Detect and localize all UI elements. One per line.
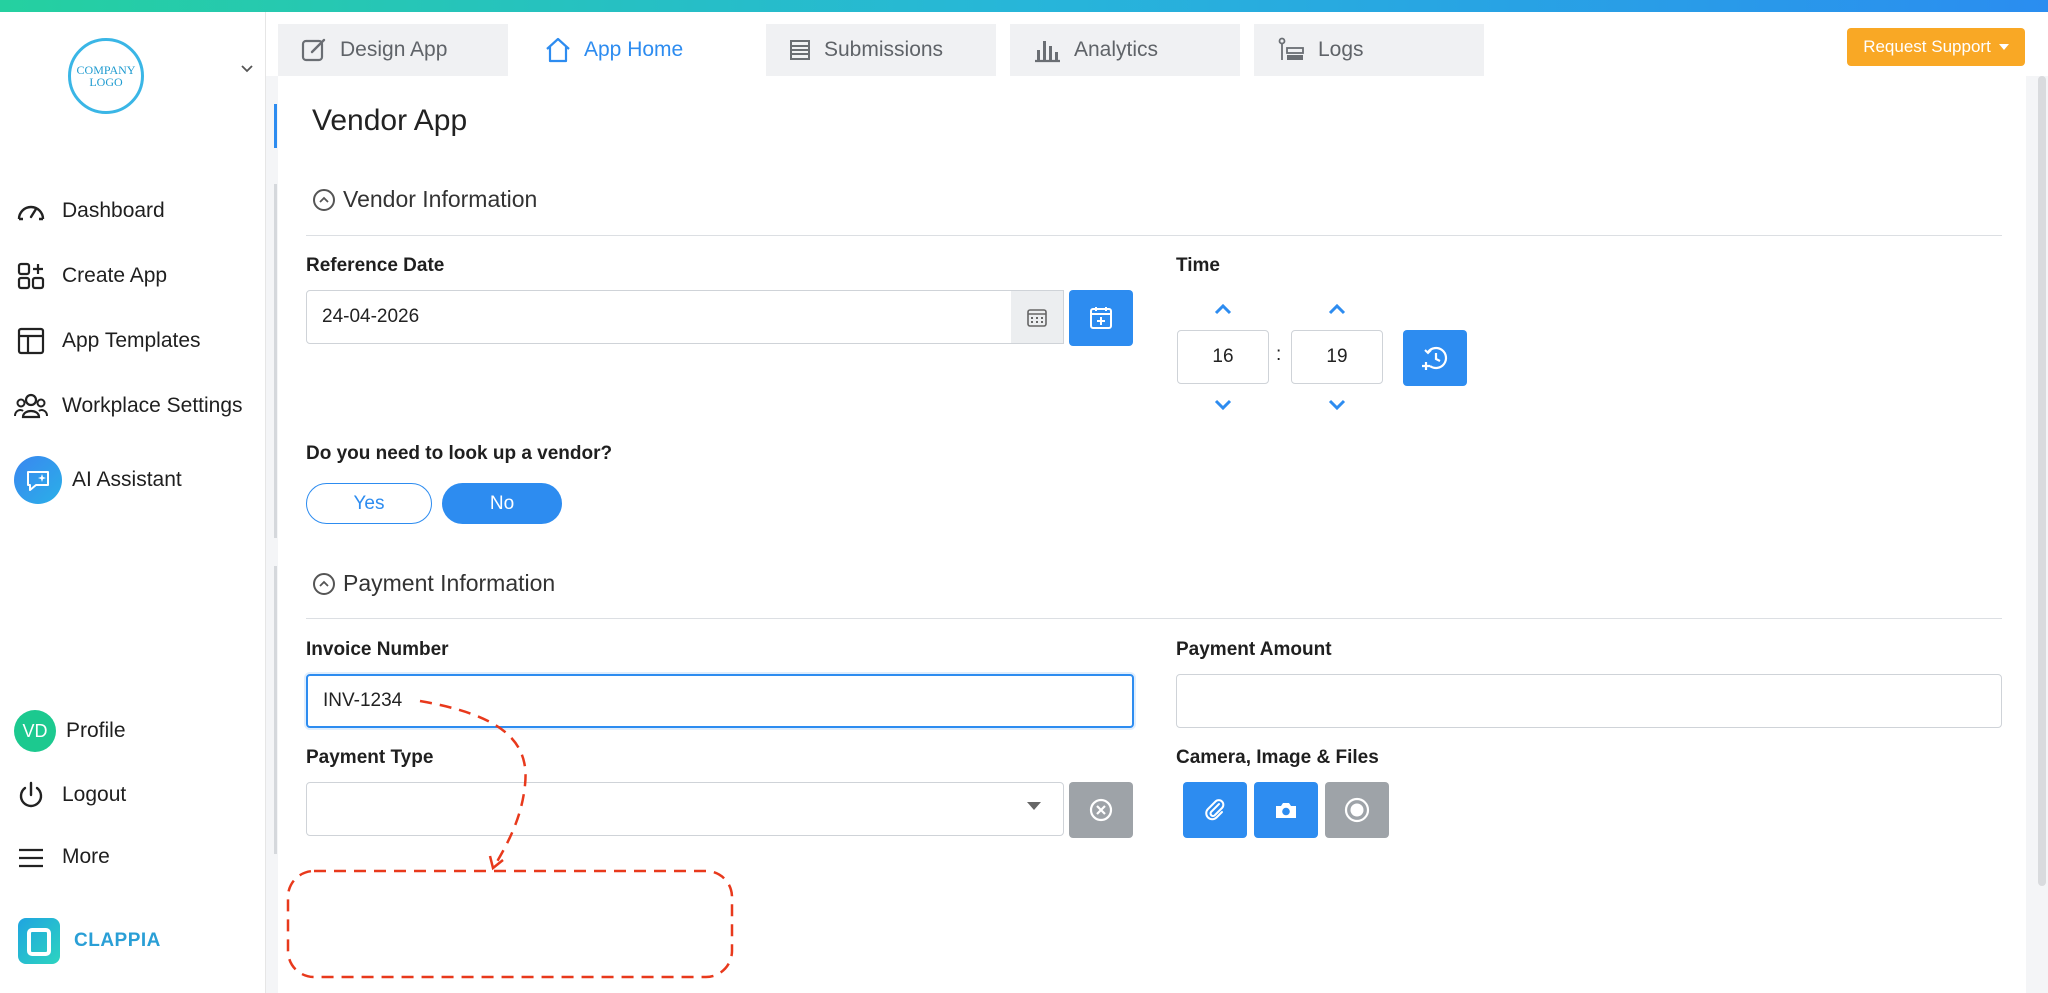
- attach-file-button[interactable]: [1183, 782, 1247, 838]
- sidebar-item-label: Logout: [62, 783, 127, 806]
- tab-analytics[interactable]: Analytics: [1010, 24, 1240, 76]
- tab-submissions[interactable]: Submissions: [766, 24, 996, 76]
- section-vendor-information[interactable]: Vendor Information: [313, 186, 537, 213]
- sidebar-item-label: App Templates: [62, 329, 201, 352]
- lookup-no-button[interactable]: No: [442, 483, 562, 524]
- logs-icon: [1278, 37, 1304, 60]
- templates-icon: [14, 324, 48, 358]
- create-app-icon: [14, 259, 48, 293]
- avatar: VD: [14, 710, 56, 752]
- tab-label: Design App: [340, 38, 448, 61]
- divider: [306, 618, 2002, 619]
- section-rail: [274, 566, 277, 854]
- sidebar-item-ai-assistant[interactable]: AI Assistant: [14, 456, 182, 504]
- chevron-up-icon[interactable]: [313, 188, 335, 211]
- sidebar-item-workplace-settings[interactable]: Workplace Settings: [14, 389, 243, 423]
- tab-label: Analytics: [1074, 38, 1159, 61]
- calendar-plus-icon: [1090, 307, 1112, 329]
- scrollbar[interactable]: [2038, 76, 2046, 886]
- record-button[interactable]: [1325, 782, 1389, 838]
- reference-date-label: Reference Date: [306, 255, 445, 276]
- edit-icon: [301, 38, 326, 62]
- home-icon: [546, 37, 570, 63]
- bar-chart-icon: [1035, 41, 1060, 63]
- sidebar-item-app-templates[interactable]: App Templates: [14, 324, 201, 358]
- people-icon: [14, 389, 48, 423]
- top-gradient-bar: [0, 0, 2048, 12]
- calendar-addon[interactable]: [1011, 290, 1064, 344]
- sidebar-item-logout[interactable]: Logout: [14, 778, 126, 812]
- dropdown-caret-icon[interactable]: [1027, 802, 1041, 810]
- minutes-up-icon[interactable]: [1326, 302, 1348, 316]
- clock-plus-icon: [1422, 346, 1448, 370]
- company-logo[interactable]: COMPANY LOGO: [68, 38, 144, 114]
- minutes-input[interactable]: 19: [1291, 330, 1383, 384]
- tab-app-home[interactable]: App Home: [522, 24, 752, 76]
- power-icon: [14, 778, 48, 812]
- form-card: [278, 76, 2026, 993]
- chevron-up-icon[interactable]: [313, 572, 335, 595]
- hours-down-icon[interactable]: [1212, 398, 1234, 412]
- sidebar-item-label: More: [62, 845, 110, 868]
- company-logo-text: COMPANY LOGO: [76, 63, 136, 89]
- tab-design-app[interactable]: Design App: [278, 24, 508, 76]
- tab-label: App Home: [584, 38, 684, 61]
- clappia-logo-icon: [18, 918, 60, 964]
- list-icon: [790, 40, 810, 60]
- time-label: Time: [1176, 255, 1221, 276]
- payment-amount-label: Payment Amount: [1176, 639, 1332, 660]
- payment-type-select[interactable]: [306, 782, 1064, 836]
- record-icon: [1344, 797, 1370, 823]
- time-separator: :: [1276, 344, 1282, 365]
- sidebar-item-create-app[interactable]: Create App: [14, 259, 167, 293]
- ai-chat-icon: [14, 456, 62, 504]
- hours-up-icon[interactable]: [1212, 302, 1234, 316]
- sidebar-item-profile[interactable]: VD Profile: [14, 710, 126, 752]
- page-title: Vendor App: [312, 104, 468, 137]
- chevron-down-icon[interactable]: [240, 62, 254, 76]
- clappia-brand[interactable]: CLAPPIA: [18, 918, 161, 964]
- title-accent: [274, 104, 277, 148]
- sidebar-item-label: Create App: [62, 264, 168, 287]
- sidebar: COMPANY LOGO Dashboard Create App App Te…: [0, 12, 266, 993]
- section-rail: [274, 184, 277, 538]
- tab-logs[interactable]: Logs: [1254, 24, 1484, 76]
- app-tabs: Design App App Home Submissions Analytic…: [278, 24, 1484, 76]
- add-date-button[interactable]: [1069, 290, 1133, 346]
- lookup-vendor-label: Do you need to look up a vendor?: [306, 443, 613, 464]
- section-payment-information[interactable]: Payment Information: [313, 570, 555, 597]
- camera-files-label: Camera, Image & Files: [1176, 747, 1379, 768]
- sidebar-item-label: Profile: [66, 719, 126, 742]
- payment-amount-input[interactable]: [1176, 674, 2002, 728]
- invoice-number-input[interactable]: INV-1234: [306, 674, 1134, 728]
- divider: [306, 235, 2002, 236]
- hours-input[interactable]: 16: [1177, 330, 1269, 384]
- current-time-button[interactable]: [1403, 330, 1467, 386]
- tab-label: Submissions: [824, 38, 944, 61]
- calendar-icon: [1027, 309, 1047, 327]
- sidebar-item-dashboard[interactable]: Dashboard: [14, 194, 165, 228]
- paperclip-icon: [1205, 799, 1225, 821]
- minutes-down-icon[interactable]: [1326, 398, 1348, 412]
- section-title: Payment Information: [343, 570, 556, 596]
- lookup-yes-button[interactable]: Yes: [306, 483, 432, 524]
- hamburger-icon: [14, 840, 48, 874]
- sidebar-item-more[interactable]: More: [14, 840, 110, 874]
- tab-label: Logs: [1318, 38, 1364, 61]
- brand-name: CLAPPIA: [74, 930, 161, 951]
- gauge-icon: [14, 194, 48, 228]
- caret-down-icon: [1998, 44, 2009, 50]
- request-support-button[interactable]: Request Support: [1847, 28, 2025, 66]
- clear-icon: [1089, 798, 1113, 822]
- invoice-number-label: Invoice Number: [306, 639, 449, 660]
- section-title: Vendor Information: [343, 186, 538, 212]
- sidebar-item-label: Workplace Settings: [62, 394, 243, 417]
- camera-icon: [1276, 803, 1296, 818]
- reference-date-input[interactable]: 24-04-2026: [306, 290, 1012, 344]
- sidebar-item-label: AI Assistant: [72, 468, 182, 491]
- clear-payment-type-button[interactable]: [1069, 782, 1133, 838]
- payment-type-label: Payment Type: [306, 747, 434, 768]
- sidebar-item-label: Dashboard: [62, 199, 165, 222]
- camera-button[interactable]: [1254, 782, 1318, 838]
